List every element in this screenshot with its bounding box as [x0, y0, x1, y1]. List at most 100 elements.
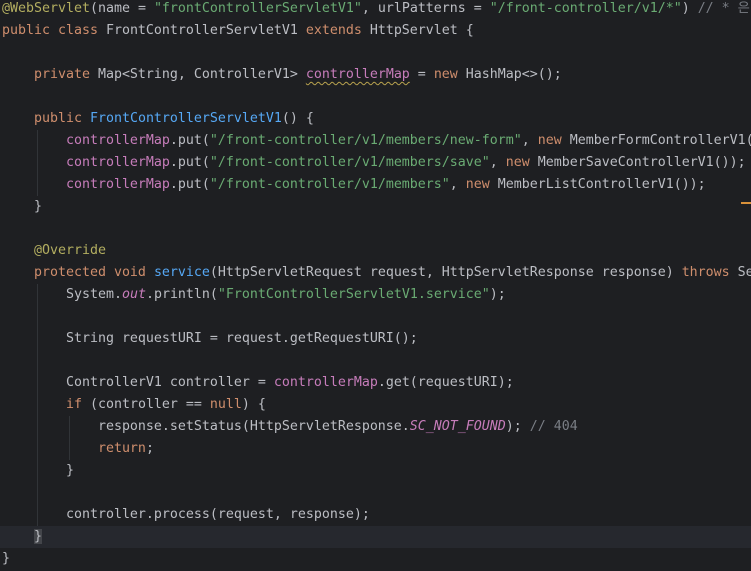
keyword-token: private	[33, 67, 98, 82]
string-literal-token: "frontControllerServletV1"	[153, 1, 362, 16]
code-line[interactable]: controller.process(request, response);	[0, 504, 751, 526]
code-line[interactable]: controllerMap.put("/front-controller/v1/…	[0, 152, 751, 174]
string-literal-token: "/front-controller/v1/members/save"	[209, 155, 490, 170]
keyword-token: new	[433, 67, 466, 82]
code-text-token: )	[681, 1, 698, 16]
code-line[interactable]: ControllerV1 controller = controllerMap.…	[0, 372, 751, 394]
string-literal-token: "/front-controller/v1/members"	[209, 177, 450, 192]
code-line[interactable]	[0, 482, 751, 504]
static-field-token: out	[121, 287, 146, 302]
field-token: controllerMap	[65, 133, 170, 148]
code-line[interactable]	[0, 42, 751, 64]
code-line[interactable]: controllerMap.put("/front-controller/v1/…	[0, 130, 751, 152]
keyword-token: new	[505, 155, 538, 170]
method-name-token: service	[153, 265, 210, 280]
field-token: controllerMap	[273, 375, 378, 390]
annotation-token: @WebServlet	[2, 1, 90, 16]
code-line[interactable]	[0, 306, 751, 328]
keyword-token: throws	[681, 265, 738, 280]
inspection-marker[interactable]	[741, 202, 751, 204]
code-line-current[interactable]: }	[0, 526, 751, 548]
code-text-token: controller.process(request, response);	[2, 507, 370, 522]
code-text-token: }	[2, 199, 42, 214]
code-text-token: (name =	[89, 1, 154, 16]
code-text-token: ,	[489, 155, 506, 170]
code-line[interactable]: private Map<String, ControllerV1> contro…	[0, 64, 751, 86]
keyword-token: return	[97, 441, 146, 456]
keyword-token: new	[537, 133, 570, 148]
code-line[interactable]: response.setStatus(HttpServletResponse.S…	[0, 416, 751, 438]
matched-brace-token: }	[33, 529, 42, 544]
code-text-token: MemberListControllerV1());	[497, 177, 706, 192]
code-text-token: );	[505, 419, 530, 434]
code-text-token: .println(	[145, 287, 218, 302]
keyword-token: new	[465, 177, 498, 192]
code-lines[interactable]: @WebServlet(name = "frontControllerServl…	[0, 0, 751, 570]
code-line[interactable]: protected void service(HttpServletReques…	[0, 262, 751, 284]
code-text-token: ) {	[241, 397, 266, 412]
code-line[interactable]: }	[0, 548, 751, 570]
code-line[interactable]	[0, 86, 751, 108]
code-line[interactable]: }	[0, 196, 751, 218]
code-text-token: =	[409, 67, 434, 82]
code-line[interactable]: public FrontControllerServletV1() {	[0, 108, 751, 130]
field-token: controllerMap	[65, 177, 170, 192]
method-name-token: FrontControllerServletV1	[89, 111, 282, 126]
code-text-token: ,	[521, 133, 538, 148]
keyword-token: public class	[2, 23, 106, 38]
code-text-token: , urlPatterns =	[361, 1, 490, 16]
code-line[interactable]: if (controller == null) {	[0, 394, 751, 416]
code-text-token: (HttpServletRequest request, HttpServlet…	[209, 265, 682, 280]
keyword-token: null	[209, 397, 242, 412]
indent-guide	[69, 416, 70, 460]
code-text-token: MemberSaveControllerV1());	[537, 155, 746, 170]
comment-token: // 404	[529, 419, 578, 434]
keyword-token: extends	[305, 23, 370, 38]
code-text-token: MemberFormControllerV1(	[569, 133, 751, 148]
code-text-token: response.setStatus(HttpServletResponse.	[2, 419, 410, 434]
code-text-token: Se	[737, 265, 751, 280]
code-line[interactable]: controllerMap.put("/front-controller/v1/…	[0, 174, 751, 196]
code-text-token: () {	[281, 111, 314, 126]
code-line[interactable]: public class FrontControllerServletV1 ex…	[0, 20, 751, 42]
code-line[interactable]: System.out.println("FrontControllerServl…	[0, 284, 751, 306]
string-literal-token: "/front-controller/v1/*"	[489, 1, 682, 16]
code-text-token: .get(requestURI);	[377, 375, 514, 390]
string-literal-token: "/front-controller/v1/members/new-form"	[209, 133, 522, 148]
code-text-token: }	[2, 551, 10, 566]
code-text-token: ControllerV1 controller =	[2, 375, 274, 390]
code-text-token: );	[489, 287, 506, 302]
code-text-token: .put(	[169, 133, 210, 148]
indent-guide	[37, 130, 38, 196]
string-literal-token: "FrontControllerServletV1.service"	[217, 287, 490, 302]
code-editor[interactable]: @WebServlet(name = "frontControllerServl…	[0, 0, 751, 571]
code-line[interactable]: String requestURI = request.getRequestUR…	[0, 328, 751, 350]
code-line[interactable]: }	[0, 460, 751, 482]
code-text-token: System.	[2, 287, 122, 302]
code-text-token: .put(	[169, 177, 210, 192]
code-text-token: ;	[145, 441, 154, 456]
field-token: controllerMap	[65, 155, 170, 170]
code-line[interactable]	[0, 350, 751, 372]
code-text-token: HttpServlet {	[369, 23, 474, 38]
static-field-token: SC_NOT_FOUND	[409, 419, 506, 434]
code-text-token: ,	[449, 177, 466, 192]
code-line[interactable]: @Override	[0, 240, 751, 262]
code-line[interactable]: @WebServlet(name = "frontControllerServl…	[0, 0, 751, 20]
code-line[interactable]	[0, 218, 751, 240]
code-text-token: Map<String, ControllerV1>	[97, 67, 306, 82]
keyword-token: if	[65, 397, 90, 412]
code-text-token: String requestURI = request.getRequestUR…	[2, 331, 418, 346]
code-text-token: FrontControllerServletV1	[105, 23, 306, 38]
code-text-token: .put(	[169, 155, 210, 170]
code-line[interactable]: return;	[0, 438, 751, 460]
